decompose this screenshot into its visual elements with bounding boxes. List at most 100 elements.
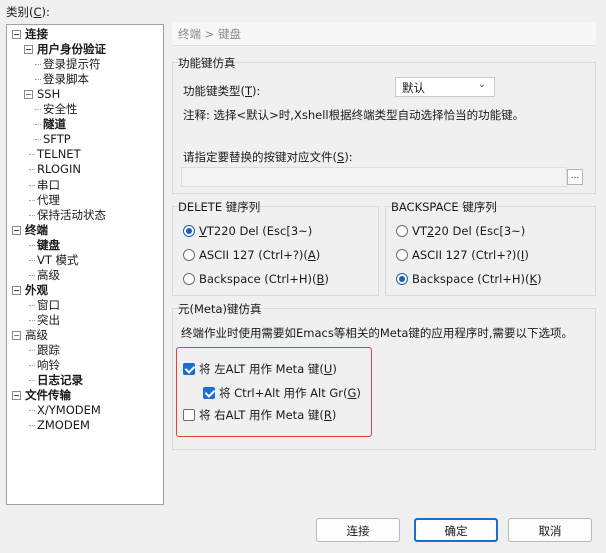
tree-item[interactable]: 代理 bbox=[29, 192, 60, 208]
delete-sequence-group: DELETE 键序列 VT220 Del (Esc[3~) ASCII 127 (… bbox=[172, 200, 379, 296]
tree-item[interactable]: VT 模式 bbox=[29, 253, 79, 268]
tree-item-label: 外观 bbox=[25, 282, 48, 297]
tree-item-label: 高级 bbox=[25, 328, 48, 342]
collapse-icon[interactable]: − bbox=[12, 391, 21, 401]
tree-item[interactable]: − 连接 bbox=[12, 27, 48, 42]
function-key-group-title: 功能键仿真 bbox=[178, 56, 236, 70]
category-tree[interactable]: − 连接 − 用户身份验证 登录提示符 登录脚本 − SSH 安全性 隧道 SFTP TELNET RL… bbox=[6, 24, 164, 505]
delete-option[interactable]: ASCII 127 (Ctrl+?)(A) bbox=[183, 247, 320, 263]
function-key-type-label: 功能键类型(T): bbox=[183, 84, 261, 98]
tree-item[interactable]: 日志记录 bbox=[29, 373, 83, 388]
key-file-label: 请指定要替换的按键对应文件(S): bbox=[183, 150, 353, 164]
collapse-icon[interactable]: − bbox=[12, 225, 21, 235]
ok-button[interactable]: 确定 bbox=[414, 518, 498, 542]
tree-connector bbox=[29, 244, 35, 246]
tree-connector bbox=[35, 109, 41, 111]
tree-item-label: 键盘 bbox=[37, 237, 60, 252]
backspace-option[interactable]: VT220 Del (Esc[3~) bbox=[396, 223, 525, 239]
delete-option[interactable]: VT220 Del (Esc[3~) bbox=[183, 223, 312, 239]
tree-connector bbox=[35, 124, 41, 126]
tree-item[interactable]: 窗口 bbox=[29, 298, 60, 313]
tree-connector bbox=[29, 319, 35, 321]
tree-item-label: SFTP bbox=[43, 132, 71, 147]
tree-connector bbox=[29, 425, 35, 427]
tree-item[interactable]: 响铃 bbox=[29, 358, 60, 373]
tree-item-label: 隧道 bbox=[43, 117, 66, 132]
tree-connector bbox=[29, 259, 35, 261]
tree-item[interactable]: 串口 bbox=[29, 177, 60, 193]
tree-item[interactable]: − 外观 bbox=[12, 282, 48, 298]
tree-connector bbox=[29, 184, 35, 186]
tree-item[interactable]: SFTP bbox=[35, 132, 71, 147]
tree-connector bbox=[29, 199, 35, 201]
tree-item[interactable]: − 终端 bbox=[12, 222, 48, 238]
tree-item[interactable]: ZMODEM bbox=[29, 418, 90, 433]
tree-item-label: X/YMODEM bbox=[37, 403, 101, 418]
tree-item[interactable]: 保持活动状态 bbox=[29, 207, 106, 223]
tree-item[interactable]: − 文件传输 bbox=[12, 388, 71, 403]
tree-item-label: 突出 bbox=[37, 312, 60, 327]
collapse-icon[interactable]: − bbox=[12, 30, 21, 39]
tree-item-label: 保持活动状态 bbox=[37, 207, 106, 222]
tree-connector bbox=[29, 350, 35, 352]
tree-connector bbox=[29, 365, 35, 367]
tree-item-label: 跟踪 bbox=[37, 343, 60, 358]
tree-item-label: RLOGIN bbox=[37, 162, 81, 177]
tree-item[interactable]: 安全性 bbox=[35, 102, 78, 117]
radio-unselected-icon bbox=[396, 249, 408, 261]
tree-item[interactable]: RLOGIN bbox=[29, 162, 81, 177]
function-key-group: 功能键仿真 功能键类型(T): 默认 ⌄ 注释: 选择<默认>时,Xshell根… bbox=[172, 56, 596, 194]
tree-item[interactable]: − SSH bbox=[24, 87, 61, 102]
tree-item[interactable]: 登录提示符 bbox=[35, 57, 101, 72]
tree-connector bbox=[29, 214, 35, 216]
tree-connector bbox=[29, 304, 35, 306]
tree-item[interactable]: 突出 bbox=[29, 312, 60, 328]
tree-item-label: 终端 bbox=[25, 222, 48, 237]
tree-item[interactable]: 高级 bbox=[29, 267, 60, 283]
tree-item-label: 响铃 bbox=[37, 358, 60, 373]
backspace-group-title: BACKSPACE 键序列 bbox=[391, 200, 497, 214]
backspace-option[interactable]: ASCII 127 (Ctrl+?)(I) bbox=[396, 247, 529, 263]
breadcrumb: 终端 > 键盘 bbox=[172, 22, 596, 46]
delete-group-title: DELETE 键序列 bbox=[178, 200, 261, 214]
radio-unselected-icon bbox=[183, 249, 195, 261]
tree-connector bbox=[35, 139, 41, 141]
tree-item-label: 串口 bbox=[37, 177, 60, 192]
backspace-option[interactable]: Backspace (Ctrl+H)(K) bbox=[396, 271, 542, 287]
radio-selected-icon bbox=[396, 273, 408, 285]
function-key-type-value: 默认 bbox=[402, 81, 425, 95]
chevron-down-icon: ⌄ bbox=[477, 79, 486, 90]
tree-item[interactable]: 键盘 bbox=[29, 237, 60, 253]
browse-button[interactable]: ... bbox=[567, 169, 583, 185]
tree-item-label: 高级 bbox=[37, 267, 60, 282]
connect-button[interactable]: 连接 bbox=[316, 518, 400, 542]
tree-item-label: 日志记录 bbox=[37, 373, 83, 388]
tree-item[interactable]: 登录脚本 bbox=[35, 72, 89, 87]
tree-connector bbox=[29, 380, 35, 382]
tree-item-label: 代理 bbox=[37, 192, 60, 207]
tree-connector bbox=[29, 169, 35, 171]
tree-item[interactable]: 隧道 bbox=[35, 117, 66, 132]
collapse-icon[interactable]: − bbox=[12, 331, 21, 340]
collapse-icon[interactable]: − bbox=[24, 90, 33, 100]
tree-item[interactable]: − 用户身份验证 bbox=[24, 42, 106, 57]
tree-connector bbox=[29, 410, 35, 412]
collapse-icon[interactable]: − bbox=[12, 285, 21, 295]
backspace-sequence-group: BACKSPACE 键序列 VT220 Del (Esc[3~) ASCII 12… bbox=[385, 200, 596, 296]
tree-item[interactable]: − 高级 bbox=[12, 328, 48, 343]
radio-selected-icon bbox=[183, 225, 195, 237]
delete-option[interactable]: Backspace (Ctrl+H)(B) bbox=[183, 271, 329, 287]
cancel-button[interactable]: 取消 bbox=[508, 518, 592, 542]
tree-item[interactable]: TELNET bbox=[29, 147, 81, 162]
key-file-input[interactable] bbox=[181, 167, 567, 187]
collapse-icon[interactable]: − bbox=[24, 45, 33, 55]
tree-item[interactable]: X/YMODEM bbox=[29, 403, 101, 418]
meta-group-title: 元(Meta)键仿真 bbox=[178, 302, 262, 316]
function-key-type-select[interactable]: 默认 ⌄ bbox=[395, 77, 495, 97]
tree-item[interactable]: 跟踪 bbox=[29, 343, 60, 358]
radio-unselected-icon bbox=[183, 273, 195, 285]
tree-item-label: TELNET bbox=[37, 147, 81, 162]
tree-item-label: SSH bbox=[37, 87, 61, 102]
radio-unselected-icon bbox=[396, 225, 408, 237]
tree-item-label: 登录脚本 bbox=[43, 72, 89, 87]
